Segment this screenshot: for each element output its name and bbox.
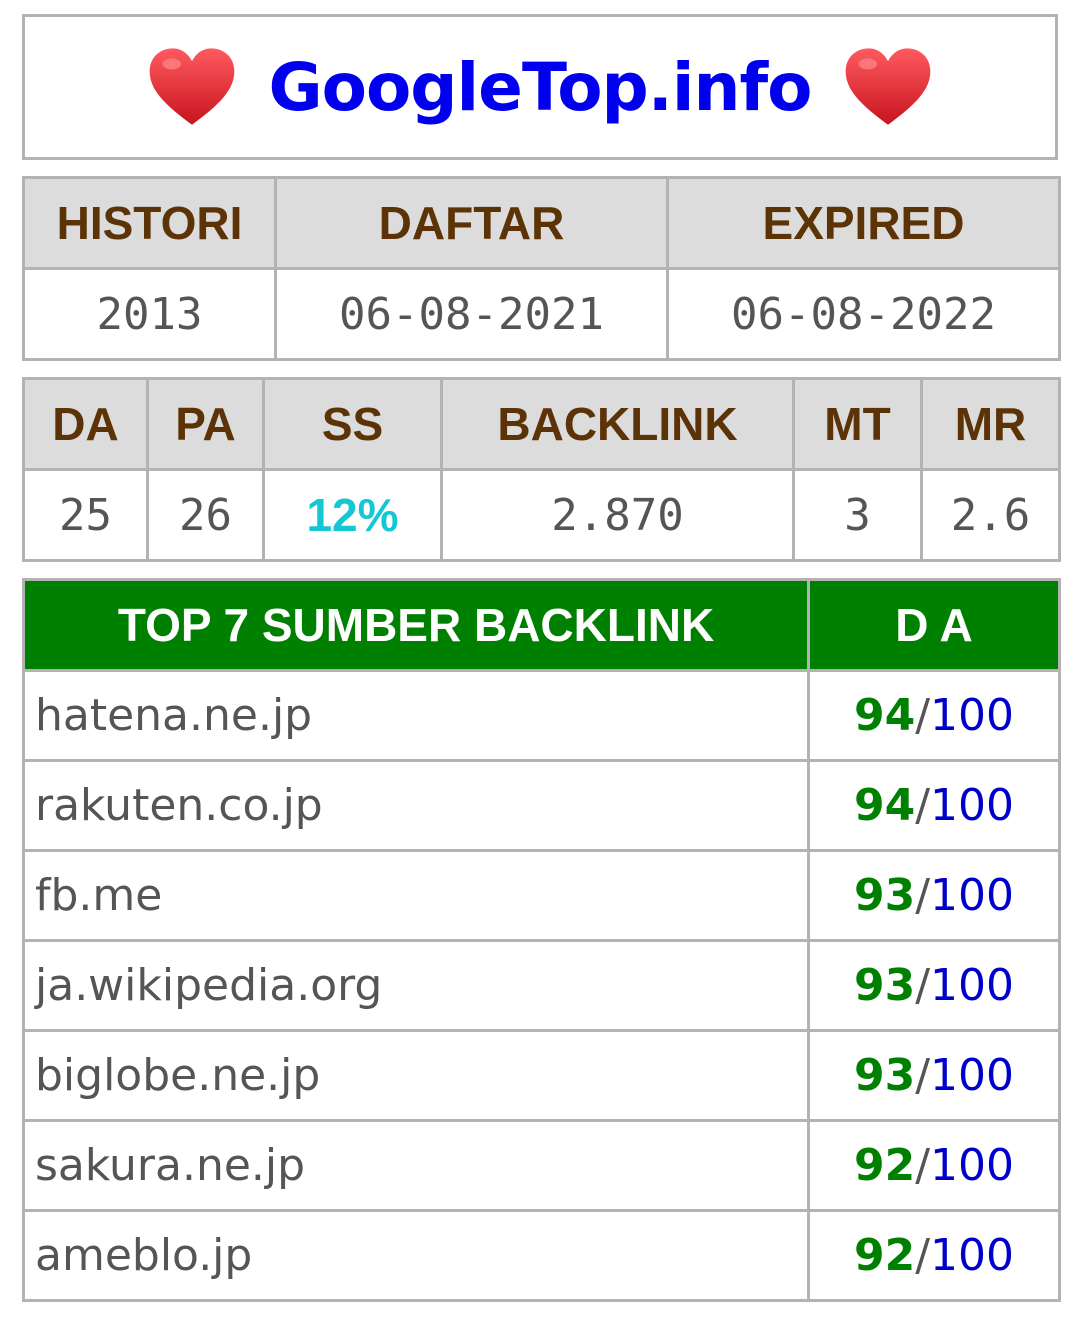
da-max-value: 100	[930, 1050, 1015, 1101]
heart-icon	[845, 48, 930, 125]
top-backlink-sources-table: TOP 7 SUMBER BACKLINK D A hatena.ne.jp 94…	[22, 578, 1061, 1302]
table-row: rakuten.co.jp 94/100	[22, 759, 1061, 852]
site-title: GoogleTop.info	[268, 48, 812, 126]
da-max-value: 100	[930, 1140, 1015, 1191]
daftar-header: DAFTAR	[274, 176, 669, 270]
source-da-cell: 93/100	[807, 849, 1061, 942]
mr-value: 2.6	[920, 468, 1061, 562]
da-separator: /	[915, 1140, 931, 1191]
source-rows: hatena.ne.jp 94/100 rakuten.co.jp 94/100 fb.…	[22, 669, 1061, 1302]
source-da-cell: 94/100	[807, 759, 1061, 852]
source-site: sakura.ne.jp	[22, 1119, 810, 1212]
source-site: rakuten.co.jp	[22, 759, 810, 852]
source-site: ja.wikipedia.org	[22, 939, 810, 1032]
da-max-value: 100	[930, 960, 1015, 1011]
source-da-cell: 94/100	[807, 669, 1061, 762]
table-row: sakura.ne.jp 92/100	[22, 1119, 1061, 1212]
da-separator: /	[915, 690, 931, 741]
mt-header: MT	[792, 377, 923, 471]
pa-value: 26	[146, 468, 265, 562]
histori-header: HISTORI	[22, 176, 277, 270]
domain-history-table: HISTORI DAFTAR EXPIRED 2013 06-08-2021 0…	[22, 176, 1061, 361]
mr-header: MR	[920, 377, 1061, 471]
da-separator: /	[915, 870, 931, 921]
da-max-value: 100	[930, 690, 1015, 741]
expired-value: 06-08-2022	[666, 267, 1061, 361]
histori-value: 2013	[22, 267, 277, 361]
page: GoogleTop.info HISTORI DAFTAR EXPIRED 20…	[22, 14, 1061, 1302]
source-da-value: 93	[853, 870, 916, 921]
site-title-banner: GoogleTop.info	[22, 14, 1058, 160]
ss-header: SS	[262, 377, 443, 471]
da-header: DA	[22, 377, 149, 471]
daftar-value: 06-08-2021	[274, 267, 669, 361]
source-da-value: 94	[853, 780, 916, 831]
da-max-value: 100	[930, 870, 1015, 921]
source-site: hatena.ne.jp	[22, 669, 810, 762]
backlink-header: BACKLINK	[440, 377, 795, 471]
table-row: biglobe.ne.jp 93/100	[22, 1029, 1061, 1122]
table-row: ameblo.jp 92/100	[22, 1209, 1061, 1302]
sources-header: TOP 7 SUMBER BACKLINK	[22, 578, 810, 672]
seo-stats-table: DA PA SS BACKLINK MT MR 25 26 12% 2.870 …	[22, 377, 1061, 562]
ss-value: 12%	[262, 468, 443, 562]
table-row: fb.me 93/100	[22, 849, 1061, 942]
da-max-value: 100	[930, 1230, 1015, 1281]
source-site: biglobe.ne.jp	[22, 1029, 810, 1122]
source-da-value: 92	[853, 1230, 916, 1281]
source-da-cell: 92/100	[807, 1209, 1061, 1302]
source-da-value: 92	[853, 1140, 916, 1191]
da-value: 25	[22, 468, 149, 562]
source-da-value: 94	[853, 690, 916, 741]
heart-icon	[150, 48, 235, 125]
source-da-value: 93	[853, 960, 916, 1011]
source-da-cell: 93/100	[807, 939, 1061, 1032]
source-site: fb.me	[22, 849, 810, 942]
mt-value: 3	[792, 468, 923, 562]
table-row: hatena.ne.jp 94/100	[22, 669, 1061, 762]
source-site: ameblo.jp	[22, 1209, 810, 1302]
source-da-value: 93	[853, 1050, 916, 1101]
source-da-cell: 92/100	[807, 1119, 1061, 1212]
da-separator: /	[915, 1230, 931, 1281]
da-separator: /	[915, 1050, 931, 1101]
expired-header: EXPIRED	[666, 176, 1061, 270]
source-da-cell: 93/100	[807, 1029, 1061, 1122]
da-column-header: D A	[807, 578, 1061, 672]
da-separator: /	[915, 780, 931, 831]
da-max-value: 100	[930, 780, 1015, 831]
da-separator: /	[915, 960, 931, 1011]
backlink-value: 2.870	[440, 468, 795, 562]
table-row: ja.wikipedia.org 93/100	[22, 939, 1061, 1032]
pa-header: PA	[146, 377, 265, 471]
